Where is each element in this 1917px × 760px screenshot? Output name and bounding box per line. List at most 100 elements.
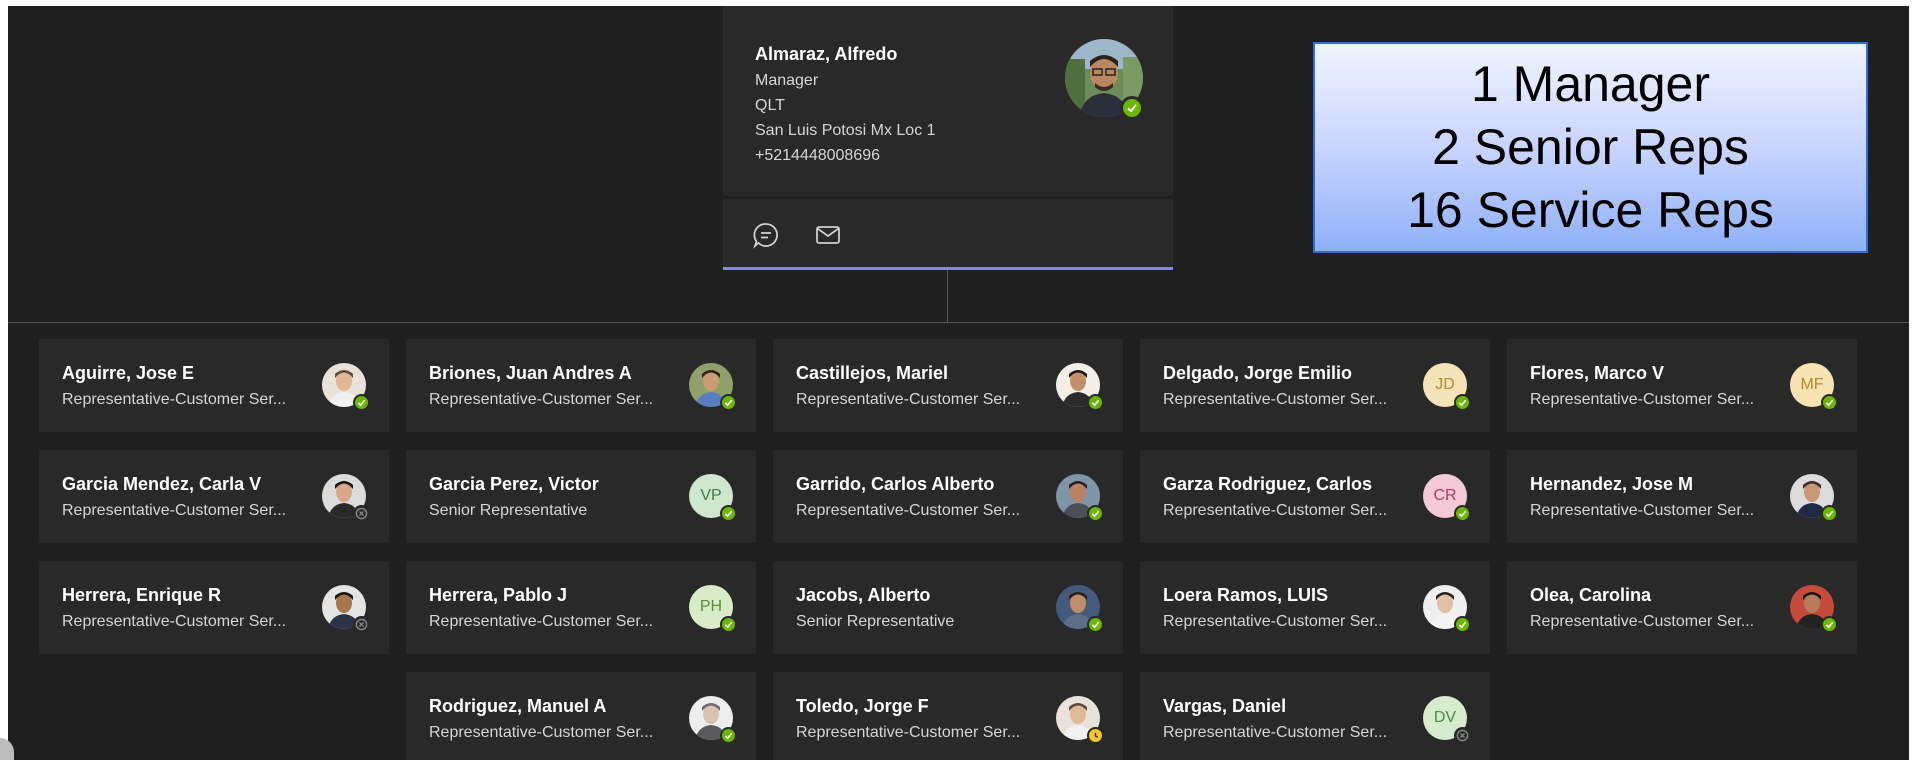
report-card[interactable]: Hernandez, Jose M Representative-Customer… [1507,450,1857,543]
manager-phone[interactable]: +5214448008696 [755,147,880,165]
report-avatar[interactable]: VP [689,474,737,522]
report-title: Representative-Customer Ser... [1163,391,1388,408]
report-avatar[interactable]: DV [1423,696,1471,744]
report-avatar[interactable]: CR [1423,474,1471,522]
manager-actions [723,199,1173,267]
report-card[interactable]: Garcia Perez, Victor Senior Representativ… [406,450,756,543]
report-title: Representative-Customer Ser... [796,724,1021,741]
report-name[interactable]: Olea, Carolina [1530,585,1651,606]
report-title: Representative-Customer Ser... [429,391,654,408]
report-avatar[interactable] [322,363,370,411]
report-avatar[interactable] [1056,696,1104,744]
report-title: Representative-Customer Ser... [1530,391,1755,408]
report-name[interactable]: Flores, Marco V [1530,363,1664,384]
report-title: Representative-Customer Ser... [1163,502,1388,519]
status-available-icon [1821,616,1838,633]
report-title: Representative-Customer Ser... [1530,613,1755,630]
report-avatar[interactable]: JD [1423,363,1471,411]
status-available-icon [1087,505,1104,522]
report-avatar[interactable] [689,363,737,411]
report-card[interactable]: Rodriguez, Manuel A Representative-Custom… [406,672,756,760]
report-card[interactable]: Loera Ramos, LUIS Representative-Customer… [1140,561,1490,654]
report-card[interactable]: Toledo, Jorge F Representative-Customer S… [773,672,1123,760]
report-avatar[interactable] [1790,585,1838,633]
report-title: Representative-Customer Ser... [1530,502,1755,519]
report-name[interactable]: Vargas, Daniel [1163,696,1286,717]
manager-location: San Luis Potosi Mx Loc 1 [755,122,936,139]
report-name[interactable]: Herrera, Pablo J [429,585,567,606]
report-avatar[interactable] [1056,363,1104,411]
status-offline-icon [353,616,370,633]
chat-icon[interactable] [752,221,780,249]
report-card[interactable]: Delgado, Jorge Emilio Representative-Cust… [1140,339,1490,432]
report-avatar[interactable] [1056,585,1104,633]
report-title: Representative-Customer Ser... [796,502,1021,519]
report-title: Representative-Customer Ser... [429,724,654,741]
report-avatar[interactable] [322,585,370,633]
report-title: Senior Representative [429,502,588,519]
status-available-icon [1454,394,1471,411]
report-name[interactable]: Briones, Juan Andres A [429,363,632,384]
team-summary-box: 1 Manager 2 Senior Reps 16 Service Reps [1313,42,1868,253]
status-offline-icon [1454,727,1471,744]
report-card[interactable]: Jacobs, Alberto Senior Representative [773,561,1123,654]
report-name[interactable]: Rodriguez, Manuel A [429,696,606,717]
manager-card-accent-bar [723,267,1173,270]
report-avatar[interactable] [322,474,370,522]
report-title: Representative-Customer Ser... [796,391,1021,408]
org-chart-canvas: Almaraz, Alfredo Manager QLT San Luis Po… [8,6,1909,760]
report-name[interactable]: Herrera, Enrique R [62,585,221,606]
report-card[interactable]: Aguirre, Jose E Representative-Customer S… [39,339,389,432]
manager-name[interactable]: Almaraz, Alfredo [755,44,897,65]
report-name[interactable]: Hernandez, Jose M [1530,474,1693,495]
report-title: Representative-Customer Ser... [1163,724,1388,741]
report-avatar[interactable] [1056,474,1104,522]
status-available-icon [1087,394,1104,411]
report-name[interactable]: Castillejos, Mariel [796,363,948,384]
report-title: Representative-Customer Ser... [62,391,287,408]
summary-line-senior-reps: 2 Senior Reps [1432,119,1749,175]
report-card[interactable]: Herrera, Enrique R Representative-Custome… [39,561,389,654]
report-avatar[interactable] [689,696,737,744]
manager-details: Almaraz, Alfredo Manager QLT San Luis Po… [723,6,1173,196]
report-card[interactable]: Flores, Marco V Representative-Customer S… [1507,339,1857,432]
report-name[interactable]: Garrido, Carlos Alberto [796,474,994,495]
report-title: Senior Representative [796,613,955,630]
report-avatar[interactable]: MF [1790,363,1838,411]
status-available-icon [1087,616,1104,633]
report-avatar[interactable] [1423,585,1471,633]
status-available-icon [720,394,737,411]
report-title: Representative-Customer Ser... [1163,613,1388,630]
report-avatar[interactable]: PH [689,585,737,633]
report-name[interactable]: Delgado, Jorge Emilio [1163,363,1352,384]
manager-title: Manager [755,72,819,89]
report-card[interactable]: Briones, Juan Andres A Representative-Cus… [406,339,756,432]
report-card[interactable]: Castillejos, Mariel Representative-Custom… [773,339,1123,432]
report-name[interactable]: Toledo, Jorge F [796,696,929,717]
report-title: Representative-Customer Ser... [62,502,287,519]
status-available-icon [720,616,737,633]
report-card[interactable]: Olea, Carolina Representative-Customer Se… [1507,561,1857,654]
report-name[interactable]: Garza Rodriguez, Carlos [1163,474,1372,495]
connector-horizontal [8,322,1909,323]
report-name[interactable]: Loera Ramos, LUIS [1163,585,1328,606]
status-available-icon [1821,394,1838,411]
report-name[interactable]: Garcia Mendez, Carla V [62,474,261,495]
mail-icon[interactable] [814,221,842,249]
report-card[interactable]: Garrido, Carlos Alberto Representative-Cu… [773,450,1123,543]
manager-department: QLT [755,97,785,114]
report-name[interactable]: Garcia Perez, Victor [429,474,599,495]
report-card[interactable]: Vargas, Daniel Representative-Customer Se… [1140,672,1490,760]
report-card[interactable]: Garza Rodriguez, Carlos Representative-Cu… [1140,450,1490,543]
manager-status-available-icon [1120,96,1144,120]
status-available-icon [1454,616,1471,633]
report-avatar[interactable] [1790,474,1838,522]
manager-card[interactable]: Almaraz, Alfredo Manager QLT San Luis Po… [723,6,1173,270]
report-name[interactable]: Jacobs, Alberto [796,585,930,606]
report-card[interactable]: Herrera, Pablo J Representative-Customer … [406,561,756,654]
status-available-icon [353,394,370,411]
report-card[interactable]: Garcia Mendez, Carla V Representative-Cus… [39,450,389,543]
status-available-icon [720,727,737,744]
status-available-icon [1454,505,1471,522]
report-name[interactable]: Aguirre, Jose E [62,363,194,384]
